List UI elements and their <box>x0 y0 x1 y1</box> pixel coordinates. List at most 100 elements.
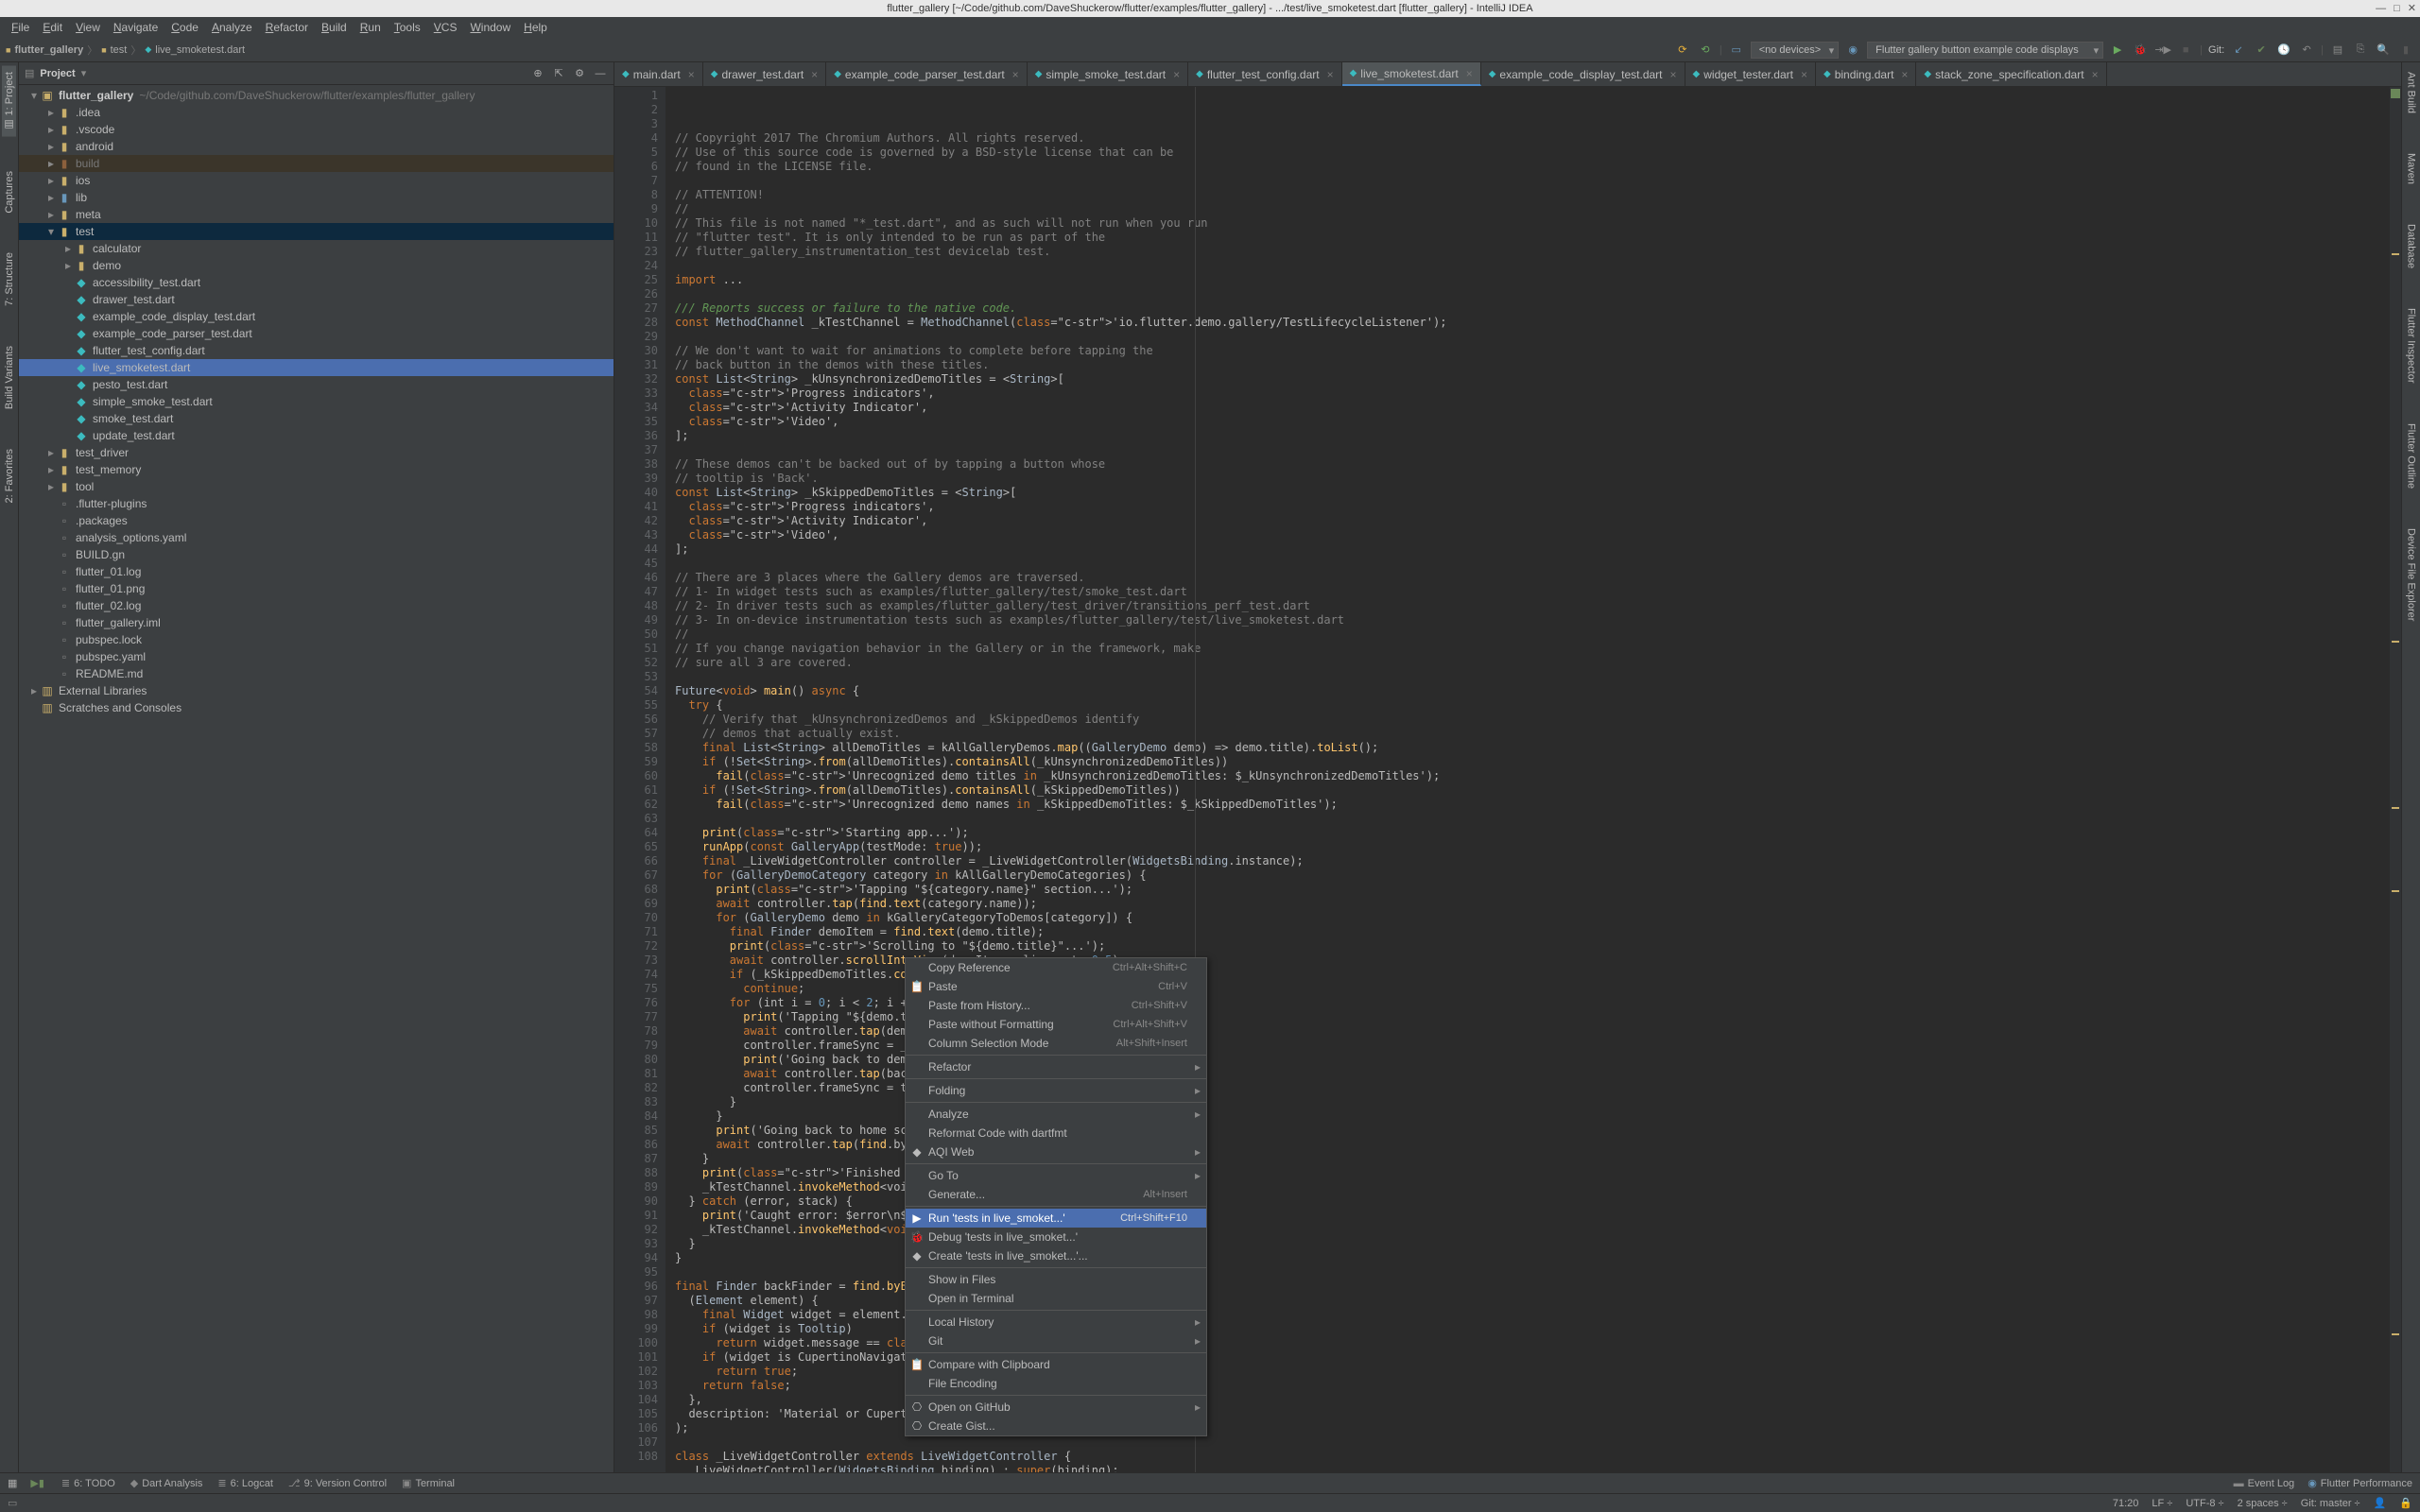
tree-dart-flutter-test-config-dart[interactable]: ◆flutter_test_config.dart <box>19 342 614 359</box>
tree-dart-drawer-test-dart[interactable]: ◆drawer_test.dart <box>19 291 614 308</box>
close-tab-icon[interactable]: × <box>1670 68 1677 81</box>
editor-tab-live_smoketest-dart[interactable]: ◆live_smoketest.dart× <box>1342 62 1481 86</box>
ctx-create-gist-[interactable]: ⎔Create Gist... <box>906 1417 1206 1435</box>
tree-file-analysis-options-yaml[interactable]: ▫analysis_options.yaml <box>19 529 614 546</box>
close-icon[interactable]: ✕ <box>2408 0 2416 17</box>
tree-dart-update-test-dart[interactable]: ◆update_test.dart <box>19 427 614 444</box>
flutter-hot-reload-icon[interactable]: ⟳ <box>1674 42 1691 59</box>
tree-file--flutter-plugins[interactable]: ▫.flutter-plugins <box>19 495 614 512</box>
ctx-debug-tests-in-live-smoket-[interactable]: 🐞Debug 'tests in live_smoket...' <box>906 1228 1206 1246</box>
tree-folder-calculator[interactable]: ▸▮calculator <box>19 240 614 257</box>
bottom-tab-version-control[interactable]: ⎇ 9: Version Control <box>285 1475 390 1491</box>
project-panel-header[interactable]: ▤ Project ▾ ⊕ ⇱ ⚙ — <box>19 62 614 85</box>
tree-folder-ios[interactable]: ▸▮ios <box>19 172 614 189</box>
memory-indicator-icon[interactable]: 👤 <box>2374 1497 2387 1509</box>
bottom-tool-tabs[interactable]: ≣ 6: TODO◆ Dart Analysis≣ 6: Logcat⎇ 9: … <box>58 1475 458 1491</box>
scroll-from-source-icon[interactable]: ⊕ <box>530 67 545 79</box>
right-tool-stripe[interactable]: Ant BuildMavenDatabaseFlutter InspectorF… <box>2401 62 2420 1472</box>
tree-file-flutter-02-log[interactable]: ▫flutter_02.log <box>19 597 614 614</box>
debug-icon[interactable]: 🐞 <box>2132 42 2149 59</box>
file-encoding[interactable]: UTF-8 ÷ <box>2186 1498 2223 1509</box>
editor-tab-drawer_test-dart[interactable]: ◆drawer_test.dart× <box>703 62 826 86</box>
indent-setting[interactable]: 2 spaces ÷ <box>2238 1498 2288 1509</box>
tree-folder--idea[interactable]: ▸▮.idea <box>19 104 614 121</box>
tree-root-flutter-gallery[interactable]: ▾▣flutter_gallery ~/Code/github.com/Dave… <box>19 87 614 104</box>
tree-file-flutter-01-log[interactable]: ▫flutter_01.log <box>19 563 614 580</box>
ctx-copy-reference[interactable]: Copy ReferenceCtrl+Alt+Shift+C <box>906 958 1206 977</box>
tree-dart-accessibility-test-dart[interactable]: ◆accessibility_test.dart <box>19 274 614 291</box>
tree-folder-android[interactable]: ▸▮android <box>19 138 614 155</box>
attach-icon[interactable]: ⇥▶ <box>2154 42 2171 59</box>
ctx-paste[interactable]: 📋PasteCtrl+V <box>906 977 1206 996</box>
left-tab--project[interactable]: ▤ 1: Project <box>2 66 16 137</box>
line-separator[interactable]: LF ÷ <box>2152 1498 2172 1509</box>
event-log-button[interactable]: ▬ Event Log <box>2234 1478 2295 1489</box>
device-selector[interactable]: <no devices> <box>1751 42 1839 59</box>
tree-folder-test-test[interactable]: ▾▮test <box>19 223 614 240</box>
sdk-icon[interactable]: ⎘ <box>2352 42 2369 59</box>
ctx-show-in-files[interactable]: Show in Files <box>906 1270 1206 1289</box>
editor-tab-example_code_parser_test-dart[interactable]: ◆example_code_parser_test.dart× <box>826 62 1028 86</box>
breadcrumb-folder[interactable]: test <box>111 44 128 56</box>
lock-icon[interactable]: 🔒 <box>2399 1497 2412 1509</box>
run-config-selector[interactable]: Flutter gallery button example code disp… <box>1867 42 2103 59</box>
tree-file--packages[interactable]: ▫.packages <box>19 512 614 529</box>
ctx-folding[interactable]: Folding▸ <box>906 1081 1206 1100</box>
ctx-open-in-terminal[interactable]: Open in Terminal <box>906 1289 1206 1308</box>
tree-lib-external-libraries[interactable]: ▸▥External Libraries <box>19 682 614 699</box>
menu-build[interactable]: Build <box>316 19 353 36</box>
tree-file-build-gn[interactable]: ▫BUILD.gn <box>19 546 614 563</box>
editor-tab-simple_smoke_test-dart[interactable]: ◆simple_smoke_test.dart× <box>1028 62 1188 86</box>
breadcrumb[interactable]: ■ flutter_gallery 〉 ■ test 〉 ◆ live_smok… <box>6 43 245 58</box>
tree-file-flutter-gallery-iml[interactable]: ▫flutter_gallery.iml <box>19 614 614 631</box>
tree-dart-pesto-test-dart[interactable]: ◆pesto_test.dart <box>19 376 614 393</box>
editor-context-menu[interactable]: Copy ReferenceCtrl+Alt+Shift+C📋PasteCtrl… <box>905 957 1207 1436</box>
right-tab-database[interactable]: Database <box>2405 218 2418 274</box>
ctx-paste-without-formatting[interactable]: Paste without FormattingCtrl+Alt+Shift+V <box>906 1015 1206 1034</box>
tree-folder-test-memory[interactable]: ▸▮test_memory <box>19 461 614 478</box>
git-branch[interactable]: Git: master ÷ <box>2301 1498 2360 1509</box>
breadcrumb-file[interactable]: live_smoketest.dart <box>155 44 245 56</box>
tree-folder--vscode[interactable]: ▸▮.vscode <box>19 121 614 138</box>
window-controls[interactable]: — □ ✕ <box>2376 0 2416 17</box>
close-tab-icon[interactable]: × <box>688 68 695 81</box>
tree-folder-meta[interactable]: ▸▮meta <box>19 206 614 223</box>
tree-dart-simple-smoke-test-dart[interactable]: ◆simple_smoke_test.dart <box>19 393 614 410</box>
editor-tab-widget_tester-dart[interactable]: ◆widget_tester.dart× <box>1685 62 1816 86</box>
ctx-compare-with-clipboard[interactable]: 📋Compare with Clipboard <box>906 1355 1206 1374</box>
run-icon[interactable]: ▶ <box>2109 42 2126 59</box>
editor-tab-binding-dart[interactable]: ◆binding.dart× <box>1816 62 1916 86</box>
ctx-aqi-web[interactable]: ◆AQI Web▸ <box>906 1143 1206 1161</box>
ctx-analyze[interactable]: Analyze▸ <box>906 1105 1206 1124</box>
flutter-hot-restart-icon[interactable]: ⟲ <box>1697 42 1714 59</box>
maximize-icon[interactable]: □ <box>2394 0 2400 17</box>
ctx-open-on-github[interactable]: ⎔Open on GitHub▸ <box>906 1398 1206 1417</box>
left-tab-captures[interactable]: Captures <box>3 165 16 219</box>
close-tab-icon[interactable]: × <box>811 68 818 81</box>
menu-navigate[interactable]: Navigate <box>108 19 164 36</box>
tree-dart-example-code-display-test-dart[interactable]: ◆example_code_display_test.dart <box>19 308 614 325</box>
menu-run[interactable]: Run <box>354 19 387 36</box>
minimize-icon[interactable]: — <box>2376 0 2386 17</box>
close-tab-icon[interactable]: × <box>1466 67 1473 80</box>
close-tab-icon[interactable]: × <box>1173 68 1180 81</box>
ctx-run-tests-in-live-smoket-[interactable]: ▶Run 'tests in live_smoket...'Ctrl+Shift… <box>906 1209 1206 1228</box>
ctx-go-to[interactable]: Go To▸ <box>906 1166 1206 1185</box>
breadcrumb-root[interactable]: flutter_gallery <box>14 44 83 56</box>
left-tool-stripe[interactable]: ▤ 1: ProjectCaptures7: StructureBuild Va… <box>0 62 19 1472</box>
menu-edit[interactable]: Edit <box>37 19 68 36</box>
tree-dart-smoke-test-dart[interactable]: ◆smoke_test.dart <box>19 410 614 427</box>
project-panel-title[interactable]: Project <box>40 68 75 79</box>
vcs-update-icon[interactable]: ↙ <box>2230 42 2247 59</box>
ctx-generate-[interactable]: Generate...Alt+Insert <box>906 1185 1206 1204</box>
menu-refactor[interactable]: Refactor <box>260 19 314 36</box>
bottom-tab-dart-analysis[interactable]: ◆ Dart Analysis <box>127 1475 207 1491</box>
gear-icon[interactable]: ⚙ <box>572 67 587 79</box>
hide-icon[interactable]: — <box>593 68 608 79</box>
vcs-revert-icon[interactable]: ↶ <box>2298 42 2315 59</box>
right-tab-device-file-explorer[interactable]: Device File Explorer <box>2405 523 2418 627</box>
right-tab-ant-build[interactable]: Ant Build <box>2405 66 2418 119</box>
stop-icon[interactable]: ■ <box>2177 42 2194 59</box>
bottom-tab-todo[interactable]: ≣ 6: TODO <box>58 1475 119 1491</box>
flutter-performance-button[interactable]: ◉ Flutter Performance <box>2308 1477 2412 1489</box>
